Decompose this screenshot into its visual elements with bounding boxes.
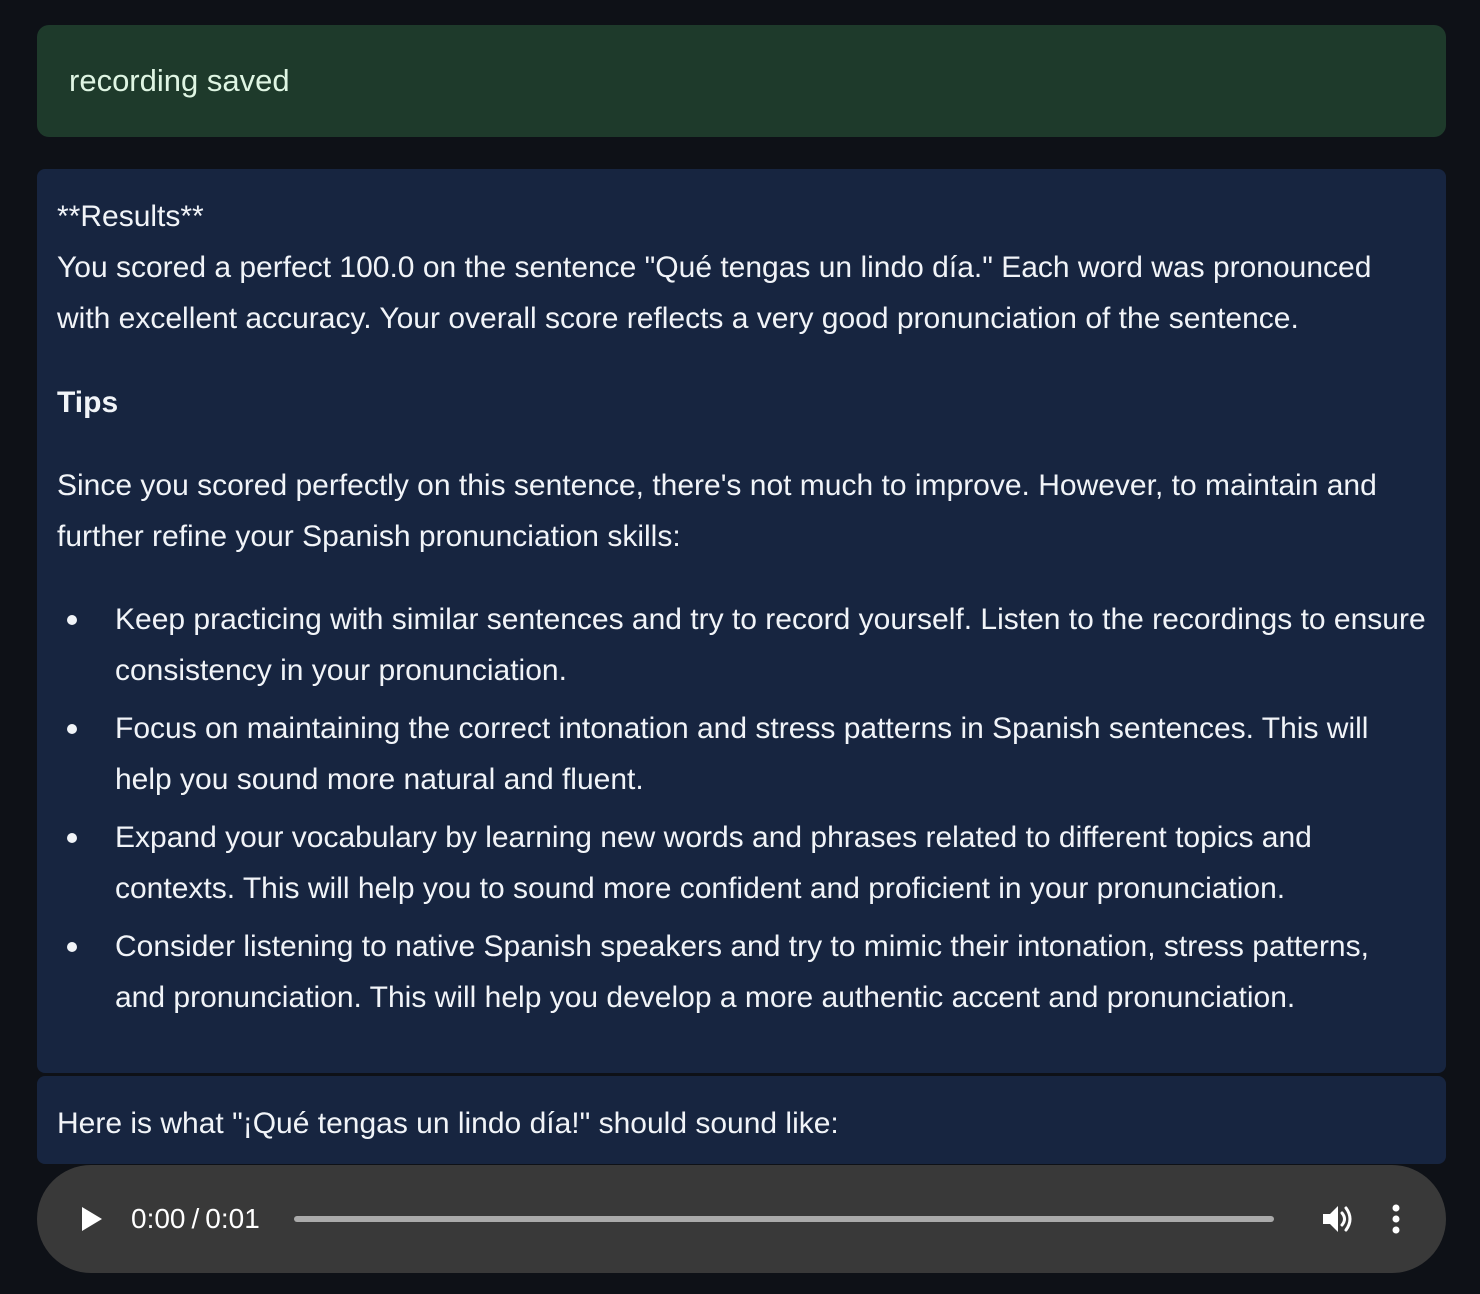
tip-item: Focus on maintaining the correct intonat… [57,703,1426,805]
tip-text: Keep practicing with similar sentences a… [115,603,1426,687]
results-summary: You scored a perfect 100.0 on the senten… [57,251,1372,335]
bullet-icon [67,724,77,734]
tip-text: Expand your vocabulary by learning new w… [115,821,1312,905]
progress-slider[interactable] [293,1216,1274,1222]
current-time: 0:00 [131,1203,186,1234]
success-alert: recording saved [37,25,1446,137]
volume-icon [1323,1206,1352,1232]
play-icon [82,1207,102,1231]
more-options-button[interactable] [1386,1201,1406,1237]
tips-heading: Tips [57,386,119,419]
audio-prompt-text: Here is what "¡Qué tengas un lindo día!"… [57,1107,839,1140]
tip-item: Keep practicing with similar sentences a… [57,594,1426,696]
results-block: **Results** You scored a perfect 100.0 o… [57,191,1426,344]
duration: 0:01 [205,1203,260,1234]
tip-text: Consider listening to native Spanish spe… [115,930,1369,1014]
time-display: 0:00/0:01 [131,1203,260,1235]
play-button[interactable] [77,1199,107,1239]
tip-item: Expand your vocabulary by learning new w… [57,812,1426,914]
audio-prompt-card: Here is what "¡Qué tengas un lindo día!"… [37,1076,1446,1164]
bullet-icon [67,833,77,843]
audio-player: 0:00/0:01 [37,1165,1446,1273]
volume-button[interactable] [1320,1201,1356,1237]
tips-list: Keep practicing with similar sentences a… [57,594,1426,1023]
page: recording saved **Results** You scored a… [0,0,1480,1294]
tip-text: Focus on maintaining the correct intonat… [115,712,1369,796]
success-alert-message: recording saved [69,63,290,98]
tip-item: Consider listening to native Spanish spe… [57,921,1426,1023]
more-vert-icon [1392,1204,1400,1234]
bullet-icon [67,615,77,625]
bullet-icon [67,942,77,952]
time-separator: / [191,1203,200,1234]
results-heading: **Results** [57,200,204,233]
results-card: **Results** You scored a perfect 100.0 o… [37,169,1446,1073]
tips-intro: Since you scored perfectly on this sente… [57,469,1377,553]
